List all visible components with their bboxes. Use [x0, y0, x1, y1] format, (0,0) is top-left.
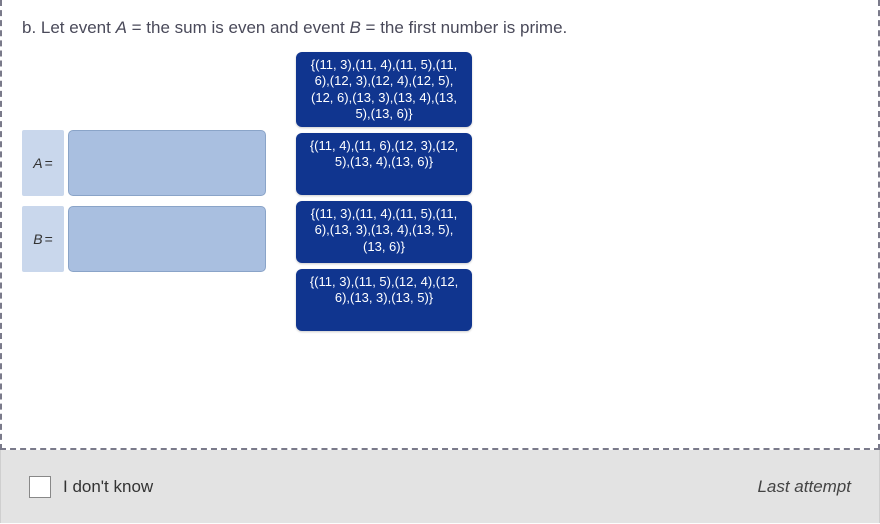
- dropzone-b[interactable]: [68, 206, 266, 272]
- label-b-letter: B: [33, 231, 42, 247]
- prompt-prefix: b. Let event: [22, 18, 116, 37]
- i-dont-know[interactable]: I don't know: [29, 476, 153, 498]
- event-a-symbol: A: [116, 18, 127, 37]
- idk-label: I don't know: [63, 477, 153, 497]
- drop-targets: A= B=: [22, 130, 266, 272]
- target-row-b: B=: [22, 206, 266, 272]
- last-attempt-label: Last attempt: [757, 477, 851, 497]
- work-row: A= B= {(11, 3),(11, 4),(11, 5),(11, 6),(…: [22, 52, 866, 331]
- target-row-a: A=: [22, 130, 266, 196]
- prompt-mid1: = the sum is even and event: [127, 18, 350, 37]
- label-a-letter: A: [33, 155, 42, 171]
- answer-choices: {(11, 3),(11, 4),(11, 5),(11, 6),(12, 3)…: [296, 52, 472, 331]
- prompt-mid2: = the first number is prime.: [361, 18, 567, 37]
- choice-3-text: {(11, 3),(11, 4),(11, 5),(11, 6),(13, 3)…: [304, 206, 464, 255]
- choice-2-text: {(11, 4),(11, 6),(12, 3),(12, 5),(13, 4)…: [304, 138, 464, 171]
- choice-2[interactable]: {(11, 4),(11, 6),(12, 3),(12, 5),(13, 4)…: [296, 133, 472, 195]
- choice-4-text: {(11, 3),(11, 5),(12, 4),(12, 6),(13, 3)…: [304, 274, 464, 307]
- target-label-a: A=: [22, 130, 64, 196]
- footer-bar: I don't know Last attempt: [0, 450, 880, 523]
- question-prompt: b. Let event A = the sum is even and eve…: [22, 18, 866, 38]
- event-b-symbol: B: [349, 18, 360, 37]
- dropzone-a[interactable]: [68, 130, 266, 196]
- idk-checkbox[interactable]: [29, 476, 51, 498]
- target-label-b: B=: [22, 206, 64, 272]
- label-b-eq: =: [45, 231, 53, 247]
- choice-3[interactable]: {(11, 3),(11, 4),(11, 5),(11, 6),(13, 3)…: [296, 201, 472, 263]
- question-panel: b. Let event A = the sum is even and eve…: [0, 0, 880, 450]
- choice-1[interactable]: {(11, 3),(11, 4),(11, 5),(11, 6),(12, 3)…: [296, 52, 472, 127]
- choice-1-text: {(11, 3),(11, 4),(11, 5),(11, 6),(12, 3)…: [304, 57, 464, 122]
- label-a-eq: =: [45, 155, 53, 171]
- choice-4[interactable]: {(11, 3),(11, 5),(12, 4),(12, 6),(13, 3)…: [296, 269, 472, 331]
